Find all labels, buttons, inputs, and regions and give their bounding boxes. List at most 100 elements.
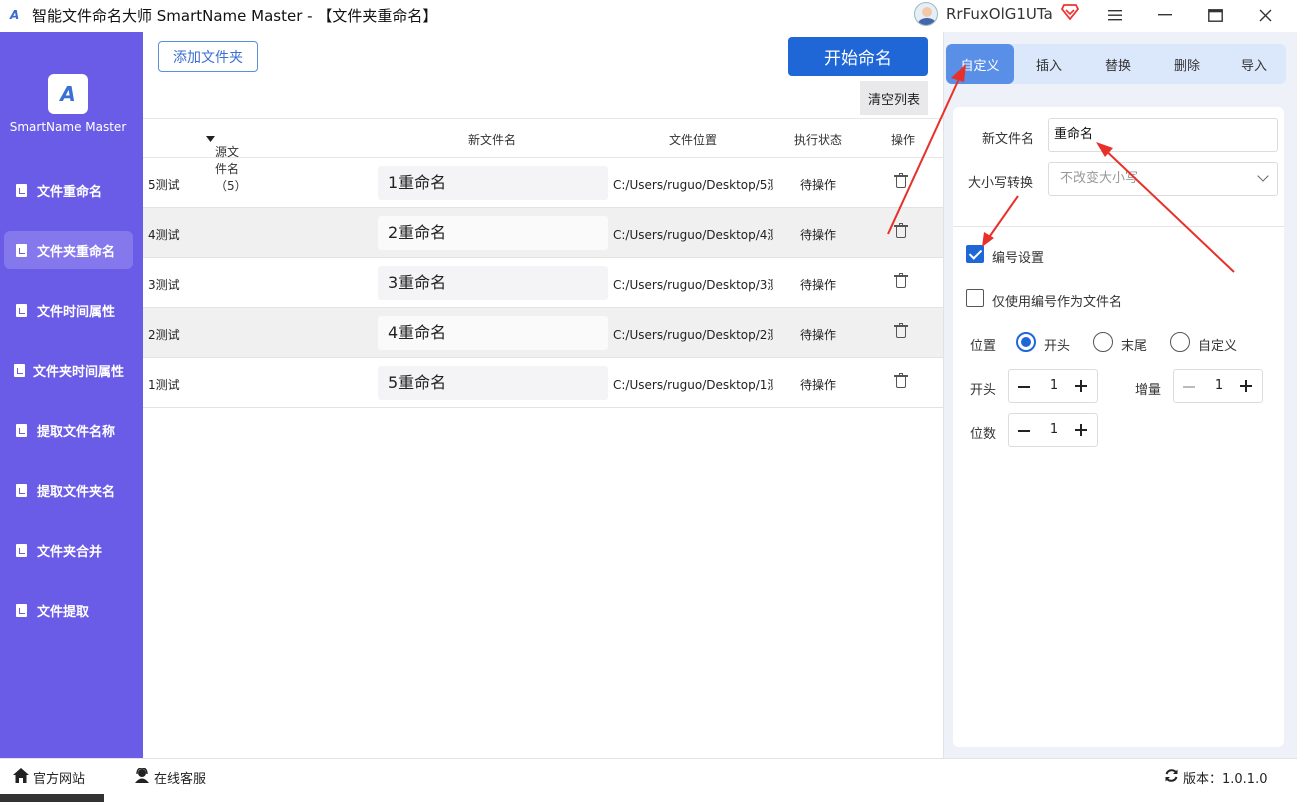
tab-insert[interactable]: 插入 xyxy=(1014,44,1084,84)
start-rename-button[interactable]: 开始命名 xyxy=(788,37,928,76)
status-bar: 官方网站 在线客服 版本：1.0.1.0 xyxy=(0,758,1297,802)
header-actions: 操作 xyxy=(891,133,916,147)
only-number-checkbox[interactable] xyxy=(966,289,984,307)
sidebar-item-label: 提取文件夹名 xyxy=(37,484,116,500)
home-icon xyxy=(13,768,29,787)
document-icon xyxy=(14,363,25,377)
position-label: 位置 xyxy=(970,339,997,354)
sidebar-item-file-extract[interactable]: 文件提取 xyxy=(4,591,133,629)
trash-icon[interactable] xyxy=(894,273,908,288)
status-text: 待操作 xyxy=(800,378,837,392)
sidebar-item-folder-rename[interactable]: 文件夹重命名 xyxy=(4,231,133,269)
sidebar-item-file-time[interactable]: 文件时间属性 xyxy=(4,291,133,329)
new-name-input[interactable]: 重命名 xyxy=(1048,118,1278,152)
avatar[interactable] xyxy=(914,2,938,26)
sort-down-icon xyxy=(206,136,215,142)
sidebar-item-file-rename[interactable]: 文件重命名 xyxy=(4,171,133,209)
new-name-label: 新文件名 xyxy=(982,132,1035,147)
start-stepper[interactable]: 1 xyxy=(1008,369,1098,403)
source-name: 1测试 xyxy=(148,378,180,392)
table-row[interactable]: 1测试 5重命名 C:/Users/ruguo/Desktop/1测试 待操作 xyxy=(143,358,943,408)
plus-icon[interactable] xyxy=(1240,380,1252,392)
clear-list-button[interactable]: 清空列表 xyxy=(860,81,928,115)
sidebar: A SmartName Master 文件重命名 文件夹重命名 文件时间属性 文… xyxy=(0,32,143,758)
case-label: 大小写转换 xyxy=(968,176,1034,191)
position-end-label: 末尾 xyxy=(1121,339,1148,354)
header-status: 执行状态 xyxy=(794,133,843,147)
case-select[interactable]: 不改变大小写 xyxy=(1048,162,1278,196)
position-end-radio[interactable] xyxy=(1093,332,1113,352)
plus-icon[interactable] xyxy=(1075,424,1087,436)
app-name: SmartName Master xyxy=(9,120,127,134)
table-row[interactable]: 2测试 4重命名 C:/Users/ruguo/Desktop/2测试 待操作 xyxy=(143,308,943,358)
plus-icon[interactable] xyxy=(1075,380,1087,392)
increment-stepper[interactable]: 1 xyxy=(1173,369,1263,403)
website-link[interactable]: 官方网站 xyxy=(13,768,85,787)
document-icon xyxy=(16,603,27,617)
website-label: 官方网站 xyxy=(33,772,86,787)
numbering-checkbox[interactable] xyxy=(966,245,984,263)
new-name-field[interactable]: 1重命名 xyxy=(378,166,608,200)
sidebar-item-label: 文件时间属性 xyxy=(37,304,116,320)
maximize-icon[interactable] xyxy=(1192,0,1238,30)
file-location: C:/Users/ruguo/Desktop/3测试 xyxy=(613,278,773,292)
status-text: 待操作 xyxy=(800,178,837,192)
new-name-field[interactable]: 2重命名 xyxy=(378,216,608,250)
new-name-field[interactable]: 3重命名 xyxy=(378,266,608,300)
support-link[interactable]: 在线客服 xyxy=(134,767,207,787)
sidebar-item-folder-time[interactable]: 文件夹时间属性 xyxy=(4,351,133,389)
table-row[interactable]: 4测试 2重命名 C:/Users/ruguo/Desktop/4测试 待操作 xyxy=(143,208,943,258)
start-label: 开头 xyxy=(970,383,997,398)
user-info[interactable]: RrFuxOlG1UTa xyxy=(914,2,1079,26)
trash-icon[interactable] xyxy=(894,323,908,338)
rule-tabs: 自定义 插入 替换 删除 导入 xyxy=(946,44,1286,84)
position-custom-radio[interactable] xyxy=(1170,332,1190,352)
close-icon[interactable] xyxy=(1242,0,1288,30)
window-title: 智能文件命名大师 SmartName Master - 【文件夹重命名】 xyxy=(32,6,438,25)
numbering-label: 编号设置 xyxy=(992,251,1045,266)
settings-card xyxy=(953,107,1284,747)
trash-icon[interactable] xyxy=(894,223,908,238)
sidebar-item-folder-merge[interactable]: 文件夹合并 xyxy=(4,531,133,569)
app-logo: A xyxy=(48,74,88,114)
chevron-down-icon xyxy=(1257,170,1269,182)
position-start-label: 开头 xyxy=(1044,339,1071,354)
sidebar-item-extract-foldernames[interactable]: 提取文件夹名 xyxy=(4,471,133,509)
version-label: 版本：1.0.1.0 xyxy=(1183,772,1268,787)
trash-icon[interactable] xyxy=(894,173,908,188)
position-custom-label: 自定义 xyxy=(1198,339,1238,354)
tab-import[interactable]: 导入 xyxy=(1222,44,1286,84)
status-text: 待操作 xyxy=(800,328,837,342)
position-start-radio[interactable] xyxy=(1016,332,1036,352)
sort-column-source[interactable]: 源文件名（5） xyxy=(206,131,247,193)
support-agent-icon xyxy=(134,767,150,787)
table-row[interactable]: 3测试 3重命名 C:/Users/ruguo/Desktop/3测试 待操作 xyxy=(143,258,943,308)
vip-diamond-icon xyxy=(1060,4,1079,24)
document-icon xyxy=(16,183,27,197)
file-location: C:/Users/ruguo/Desktop/1测试 xyxy=(613,378,773,392)
sidebar-item-label: 文件夹重命名 xyxy=(37,244,116,260)
digits-stepper[interactable]: 1 xyxy=(1008,413,1098,447)
document-icon xyxy=(16,243,27,257)
source-name: 4测试 xyxy=(148,228,180,242)
app-logo-icon: A xyxy=(10,8,20,22)
sidebar-item-label: 文件夹时间属性 xyxy=(33,364,125,380)
version-info[interactable]: 版本：1.0.1.0 xyxy=(1164,768,1267,787)
tab-delete[interactable]: 删除 xyxy=(1152,44,1222,84)
menu-icon[interactable] xyxy=(1092,0,1138,30)
add-folder-button[interactable]: 添加文件夹 xyxy=(158,41,258,72)
table-row[interactable]: 5测试 1重命名 C:/Users/ruguo/Desktop/5测试 待操作 xyxy=(143,158,943,208)
new-name-field[interactable]: 4重命名 xyxy=(378,316,608,350)
tab-custom[interactable]: 自定义 xyxy=(946,44,1014,84)
minimize-icon[interactable] xyxy=(1142,0,1188,30)
sidebar-item-extract-filenames[interactable]: 提取文件名称 xyxy=(4,411,133,449)
trash-icon[interactable] xyxy=(894,373,908,388)
file-location: C:/Users/ruguo/Desktop/4测试 xyxy=(613,228,773,242)
tab-replace[interactable]: 替换 xyxy=(1084,44,1152,84)
new-name-field[interactable]: 5重命名 xyxy=(378,366,608,400)
status-text: 待操作 xyxy=(800,278,837,292)
sidebar-item-label: 提取文件名称 xyxy=(37,424,116,440)
support-label: 在线客服 xyxy=(154,772,207,787)
document-icon xyxy=(16,543,27,557)
source-name: 3测试 xyxy=(148,278,180,292)
